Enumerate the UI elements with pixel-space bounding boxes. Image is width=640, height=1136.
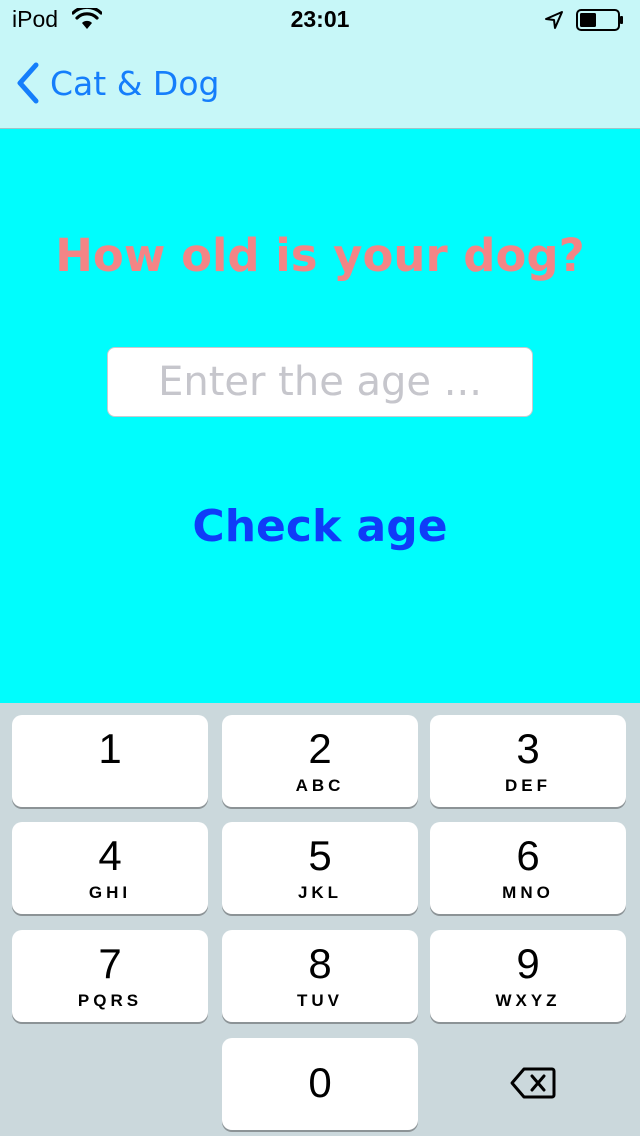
key-4[interactable]: 4 GHI <box>12 822 208 914</box>
key-8[interactable]: 8 TUV <box>222 930 418 1022</box>
key-3[interactable]: 3 DEF <box>430 715 626 807</box>
key-digit: 3 <box>516 725 540 772</box>
battery-icon <box>576 9 623 31</box>
delete-key[interactable] <box>430 1038 626 1130</box>
key-digit: 5 <box>308 832 332 879</box>
key-7[interactable]: 7 PQRS <box>12 930 208 1022</box>
key-1[interactable]: 1 <box>12 715 208 807</box>
key-digit: 1 <box>98 725 122 772</box>
key-digit: 4 <box>98 832 122 879</box>
chevron-left-icon <box>17 62 39 104</box>
key-digit: 9 <box>516 940 540 987</box>
numeric-keypad: 1 2 ABC 3 DEF 4 GHI 5 JKL 6 MNO 7 PQRS 8… <box>0 703 640 1136</box>
back-button-label: Cat & Dog <box>50 63 220 103</box>
key-letters: JKL <box>297 883 343 902</box>
key-2[interactable]: 2 ABC <box>222 715 418 807</box>
key-5[interactable]: 5 JKL <box>222 822 418 914</box>
key-digit: 7 <box>98 940 122 987</box>
navigation-bar: Cat & Dog <box>0 40 640 129</box>
backspace-icon <box>510 1067 556 1099</box>
key-letters: PQRS <box>77 991 143 1010</box>
key-digit: 0 <box>308 1059 332 1106</box>
check-age-button[interactable]: Check age <box>120 501 520 552</box>
key-digit: 6 <box>516 832 540 879</box>
location-arrow-icon <box>545 11 563 29</box>
key-letters: TUV <box>297 991 343 1010</box>
key-letters: MNO <box>502 883 554 902</box>
question-title: How old is your dog? <box>55 229 585 282</box>
main-content: How old is your dog? Check age <box>0 129 640 703</box>
key-letters: DEF <box>505 776 551 795</box>
age-input[interactable] <box>107 347 533 417</box>
key-0[interactable]: 0 <box>222 1038 418 1130</box>
key-9[interactable]: 9 WXYZ <box>430 930 626 1022</box>
key-digit: 8 <box>308 940 332 987</box>
key-digit: 2 <box>308 725 332 772</box>
key-letters: GHI <box>88 883 132 902</box>
status-bar: iPod 23:01 <box>0 0 640 40</box>
back-button[interactable]: Cat & Dog <box>14 58 219 108</box>
key-letters: WXYZ <box>495 991 561 1010</box>
key-6[interactable]: 6 MNO <box>430 822 626 914</box>
key-letters: ABC <box>295 776 345 795</box>
